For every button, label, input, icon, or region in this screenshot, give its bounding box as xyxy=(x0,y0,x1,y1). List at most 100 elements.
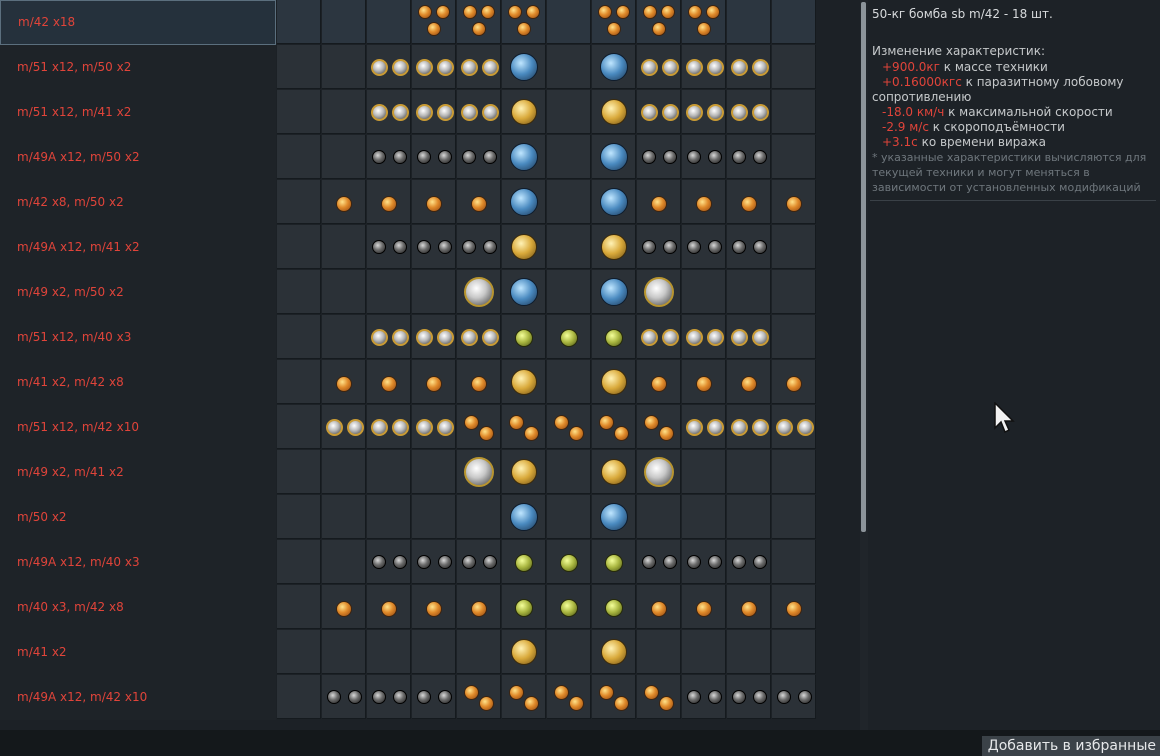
loadout-row[interactable]: m/49A x12, m/50 x2 xyxy=(0,135,860,180)
weapon-slot[interactable] xyxy=(682,225,726,269)
weapon-slot[interactable] xyxy=(457,585,501,629)
loadout-row[interactable]: m/51 x12, m/42 x10 xyxy=(0,405,860,450)
weapon-slot[interactable] xyxy=(682,270,726,314)
weapon-slot[interactable] xyxy=(592,180,636,224)
add-to-favorites-button[interactable]: Добавить в избранные xyxy=(981,736,1160,756)
weapon-slot[interactable] xyxy=(322,135,366,179)
weapon-slot[interactable] xyxy=(277,270,321,314)
weapon-slot[interactable] xyxy=(502,180,546,224)
weapon-slot[interactable] xyxy=(547,360,591,404)
weapon-slot[interactable] xyxy=(277,360,321,404)
weapon-slot[interactable] xyxy=(772,0,816,44)
weapon-slot[interactable] xyxy=(457,315,501,359)
weapon-slot[interactable] xyxy=(682,180,726,224)
weapon-slot[interactable] xyxy=(727,270,771,314)
weapon-slot[interactable] xyxy=(322,90,366,134)
weapon-slot[interactable] xyxy=(412,360,456,404)
weapon-slot[interactable] xyxy=(772,540,816,584)
weapon-slot[interactable] xyxy=(367,135,411,179)
weapon-slot[interactable] xyxy=(502,495,546,539)
weapon-slot[interactable] xyxy=(682,495,726,539)
weapon-slot[interactable] xyxy=(727,495,771,539)
weapon-slot[interactable] xyxy=(457,0,501,44)
weapon-slot[interactable] xyxy=(502,630,546,674)
weapon-slot[interactable] xyxy=(502,90,546,134)
weapon-slot[interactable] xyxy=(412,90,456,134)
weapon-slot[interactable] xyxy=(277,450,321,494)
weapon-slot[interactable] xyxy=(322,315,366,359)
loadout-row[interactable]: m/51 x12, m/41 x2 xyxy=(0,90,860,135)
weapon-slot[interactable] xyxy=(772,630,816,674)
weapon-slot[interactable] xyxy=(682,450,726,494)
weapon-slot[interactable] xyxy=(412,450,456,494)
weapon-slot[interactable] xyxy=(457,495,501,539)
loadout-row[interactable]: m/51 x12, m/40 x3 xyxy=(0,315,860,360)
weapon-slot[interactable] xyxy=(772,45,816,89)
weapon-slot[interactable] xyxy=(547,180,591,224)
weapon-slot[interactable] xyxy=(547,675,591,719)
weapon-slot[interactable] xyxy=(682,0,726,44)
weapon-slot[interactable] xyxy=(277,495,321,539)
weapon-slot[interactable] xyxy=(457,450,501,494)
weapon-slot[interactable] xyxy=(727,405,771,449)
weapon-slot[interactable] xyxy=(502,450,546,494)
weapon-slot[interactable] xyxy=(772,405,816,449)
weapon-slot[interactable] xyxy=(727,585,771,629)
weapon-slot[interactable] xyxy=(637,180,681,224)
loadout-label[interactable]: m/51 x12, m/41 x2 xyxy=(0,90,276,135)
weapon-slot[interactable] xyxy=(367,405,411,449)
weapon-slot[interactable] xyxy=(727,0,771,44)
weapon-slot[interactable] xyxy=(547,495,591,539)
weapon-slot[interactable] xyxy=(367,495,411,539)
loadout-label[interactable]: m/51 x12, m/50 x2 xyxy=(0,45,276,90)
weapon-slot[interactable] xyxy=(502,405,546,449)
weapon-slot[interactable] xyxy=(277,540,321,584)
loadout-label[interactable]: m/49A x12, m/42 x10 xyxy=(0,675,276,720)
loadout-label[interactable]: m/42 x18 xyxy=(0,0,276,45)
weapon-slot[interactable] xyxy=(637,45,681,89)
weapon-slot[interactable] xyxy=(412,180,456,224)
weapon-slot[interactable] xyxy=(502,585,546,629)
weapon-slot[interactable] xyxy=(412,45,456,89)
weapon-slot[interactable] xyxy=(772,90,816,134)
weapon-slot[interactable] xyxy=(457,360,501,404)
loadout-row[interactable]: m/49A x12, m/40 x3 xyxy=(0,540,860,585)
weapon-slot[interactable] xyxy=(412,630,456,674)
weapon-slot[interactable] xyxy=(682,675,726,719)
weapon-slot[interactable] xyxy=(547,450,591,494)
weapon-slot[interactable] xyxy=(547,540,591,584)
weapon-slot[interactable] xyxy=(367,630,411,674)
weapon-slot[interactable] xyxy=(547,405,591,449)
weapon-slot[interactable] xyxy=(772,180,816,224)
weapon-slot[interactable] xyxy=(322,45,366,89)
weapon-slot[interactable] xyxy=(592,405,636,449)
weapon-slot[interactable] xyxy=(322,540,366,584)
loadout-row[interactable]: m/49 x2, m/41 x2 xyxy=(0,450,860,495)
loadout-label[interactable]: m/49A x12, m/41 x2 xyxy=(0,225,276,270)
weapon-slot[interactable] xyxy=(682,630,726,674)
loadout-label[interactable]: m/41 x2 xyxy=(0,630,276,675)
weapon-slot[interactable] xyxy=(772,360,816,404)
weapon-slot[interactable] xyxy=(277,135,321,179)
weapon-slot[interactable] xyxy=(637,675,681,719)
weapon-slot[interactable] xyxy=(727,315,771,359)
weapon-slot[interactable] xyxy=(367,540,411,584)
weapon-slot[interactable] xyxy=(457,630,501,674)
weapon-slot[interactable] xyxy=(727,225,771,269)
weapon-slot[interactable] xyxy=(637,135,681,179)
weapon-slot[interactable] xyxy=(367,0,411,44)
weapon-slot[interactable] xyxy=(592,540,636,584)
weapon-slot[interactable] xyxy=(682,135,726,179)
weapon-slot[interactable] xyxy=(682,45,726,89)
weapon-slot[interactable] xyxy=(277,405,321,449)
weapon-slot[interactable] xyxy=(322,450,366,494)
weapon-slot[interactable] xyxy=(682,585,726,629)
weapon-slot[interactable] xyxy=(277,90,321,134)
weapon-slot[interactable] xyxy=(457,270,501,314)
weapon-slot[interactable] xyxy=(727,540,771,584)
loadout-label[interactable]: m/51 x12, m/40 x3 xyxy=(0,315,276,360)
weapon-slot[interactable] xyxy=(727,135,771,179)
weapon-slot[interactable] xyxy=(682,360,726,404)
weapon-slot[interactable] xyxy=(592,360,636,404)
weapon-slot[interactable] xyxy=(592,315,636,359)
